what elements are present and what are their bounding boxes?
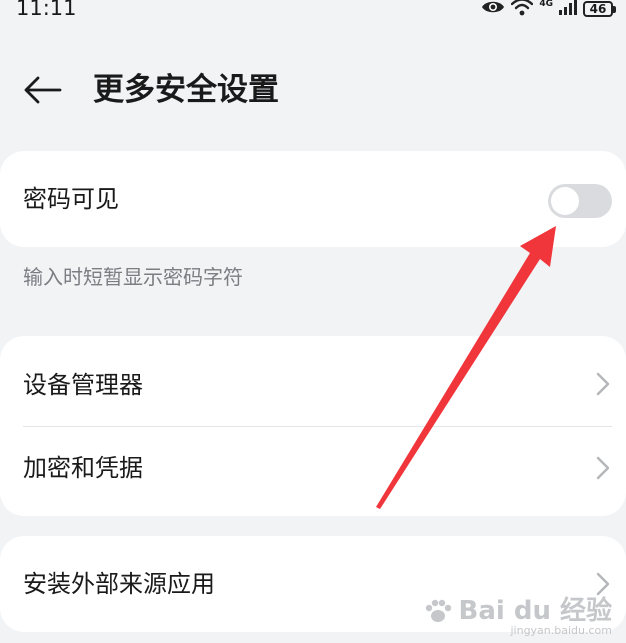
list-item-encryption-credentials[interactable]: 加密和凭据 xyxy=(0,426,626,516)
device-settings-card: 设备管理器 加密和凭据 xyxy=(0,336,626,516)
chevron-right-icon xyxy=(596,372,610,396)
chevron-right-icon xyxy=(596,456,610,480)
encryption-credentials-label: 加密和凭据 xyxy=(23,454,143,482)
battery-tip xyxy=(613,5,616,13)
watermark-brand: Bai du 经验 xyxy=(423,597,612,625)
page-title: 更多安全设置 xyxy=(93,72,279,108)
password-visible-row[interactable]: 密码可见 xyxy=(0,151,626,247)
eye-icon xyxy=(481,0,505,19)
password-visible-card: 密码可见 xyxy=(0,151,626,247)
wifi-icon xyxy=(511,0,534,20)
device-manager-label: 设备管理器 xyxy=(23,371,143,399)
back-button[interactable] xyxy=(20,70,64,110)
status-icons: 4G 46 xyxy=(481,0,616,20)
paw-icon xyxy=(425,599,451,622)
network-type: 4G xyxy=(539,0,553,9)
battery-level: 46 xyxy=(583,1,613,17)
chevron-right-icon xyxy=(596,572,610,596)
back-arrow-icon xyxy=(24,76,62,104)
watermark: Bai du 经验 jingyan.baidu.com xyxy=(423,597,612,637)
battery-icon: 46 xyxy=(583,1,616,17)
status-bar: 11:11 4G 46 xyxy=(0,0,626,22)
password-visible-toggle[interactable] xyxy=(548,184,612,218)
password-visible-label: 密码可见 xyxy=(23,185,119,213)
page-header: 更多安全设置 xyxy=(0,62,626,118)
watermark-site: jingyan.baidu.com xyxy=(510,624,612,637)
list-item-device-manager[interactable]: 设备管理器 xyxy=(0,336,626,426)
status-time: 11:11 xyxy=(16,0,77,20)
password-visible-hint: 输入时短暂显示密码字符 xyxy=(23,265,243,289)
install-external-apps-label: 安装外部来源应用 xyxy=(23,570,215,598)
toggle-knob xyxy=(551,187,579,215)
signal-icon xyxy=(559,0,577,19)
